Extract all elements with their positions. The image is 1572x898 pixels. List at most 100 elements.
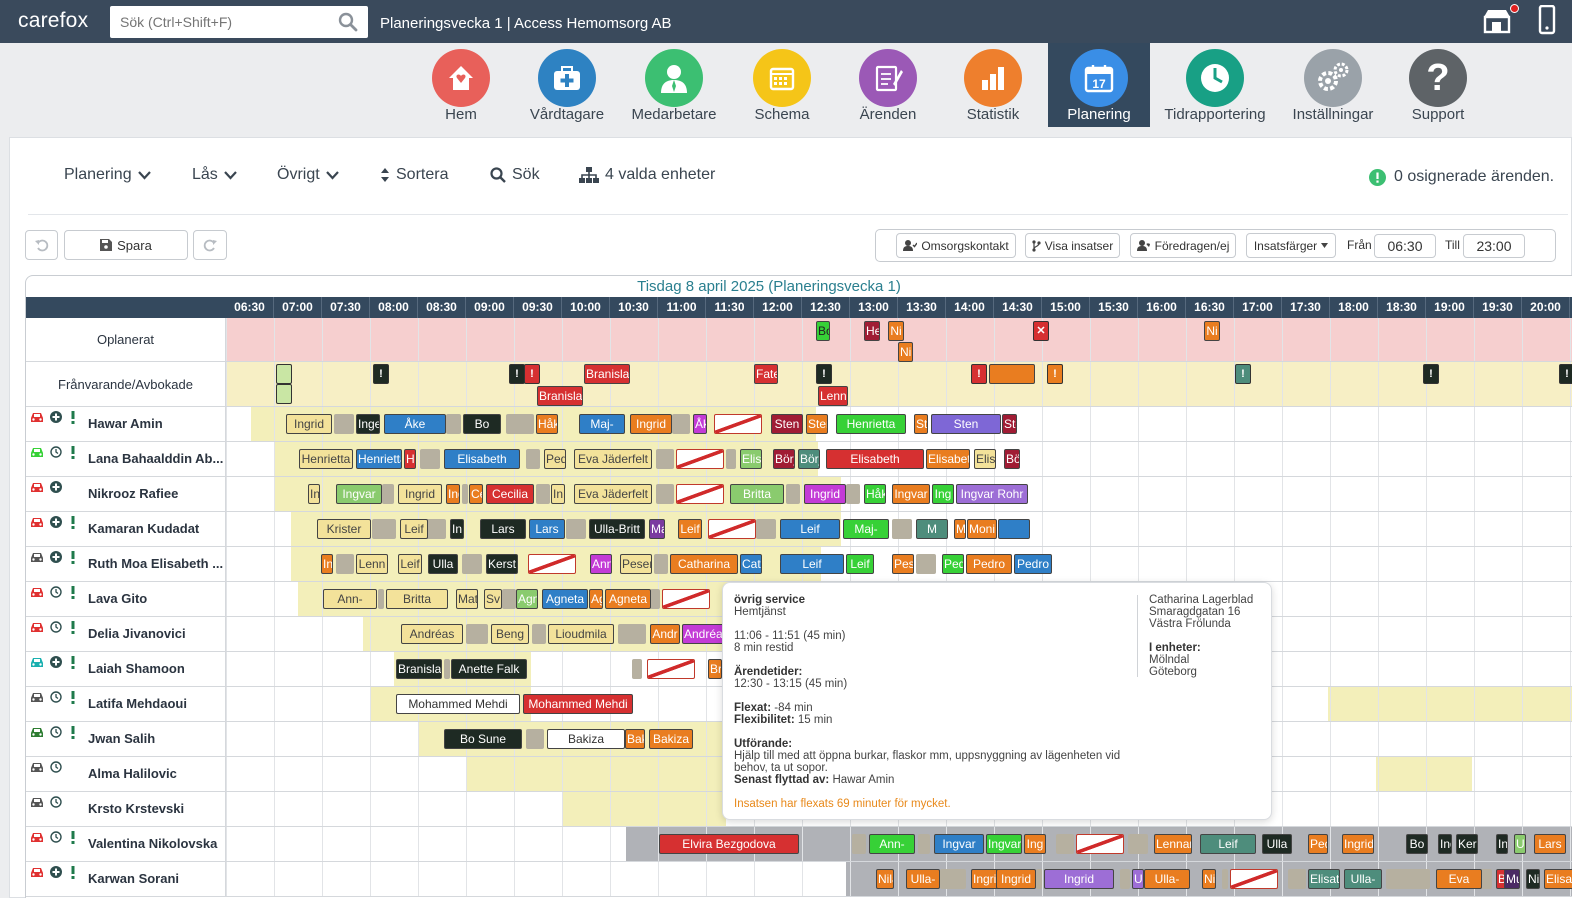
clock-icon[interactable] <box>50 796 62 808</box>
visit-block[interactable]: Ste <box>1002 414 1017 434</box>
search-input[interactable] <box>110 6 330 38</box>
plus-circle-icon[interactable] <box>50 656 62 668</box>
visit-block[interactable]: Krister <box>317 519 371 539</box>
employee-label[interactable]: Hawar Amin <box>26 407 226 441</box>
visit-block[interactable]: Ingrid <box>1044 869 1114 889</box>
menu-sok[interactable]: Sök <box>490 166 540 184</box>
employee-label[interactable]: Ruth Moa Elisabeth ... <box>26 547 226 581</box>
visit-block[interactable]: Branisla <box>537 386 583 406</box>
visa-insatser-button[interactable]: Visa insatser <box>1025 233 1120 258</box>
visit-block[interactable]: Ing <box>446 484 460 504</box>
plus-circle-icon[interactable] <box>50 866 62 878</box>
visit-block[interactable] <box>989 364 1035 384</box>
clock-icon[interactable] <box>50 831 62 843</box>
exclamation-icon[interactable] <box>70 656 76 669</box>
exclamation-icon[interactable] <box>70 411 76 424</box>
save-button[interactable]: Spara <box>64 230 188 260</box>
exclamation-icon[interactable] <box>70 866 76 879</box>
visit-block[interactable]: Ing <box>932 484 954 504</box>
visit-block[interactable]: In <box>450 519 464 539</box>
visit-block[interactable]: Anette Falk <box>451 659 527 679</box>
shuffle-icon[interactable]: ✕ <box>1033 321 1049 341</box>
employee-label[interactable]: Jwan Salih <box>26 722 226 756</box>
visit-block[interactable]: Pes <box>892 554 914 574</box>
shop-icon[interactable] <box>1482 6 1512 36</box>
visit-block[interactable]: Bo <box>463 414 501 434</box>
clock-icon[interactable] <box>50 761 62 773</box>
visit-block[interactable]: Elvira Bezgodova <box>659 834 799 854</box>
visit-block[interactable]: Sten <box>806 414 828 434</box>
visit-block[interactable]: Ag <box>589 589 603 609</box>
visit-block[interactable]: Bakiza <box>649 729 693 749</box>
menu-planering[interactable]: Planering <box>64 166 151 184</box>
visit-block[interactable]: Börj <box>773 449 795 469</box>
cancelled-visit-block[interactable] <box>676 449 724 469</box>
undo-button[interactable] <box>25 230 58 260</box>
nav-installningar[interactable]: Inställningar <box>1274 43 1392 127</box>
warning-icon[interactable]: ! <box>1235 364 1251 384</box>
visit-block[interactable]: Mu <box>1504 869 1520 889</box>
plus-circle-icon[interactable] <box>50 411 62 423</box>
visit-block[interactable]: Ni <box>888 321 904 341</box>
visit-block[interactable]: He <box>404 449 416 469</box>
visit-block[interactable]: Ulla <box>428 554 458 574</box>
visit-block[interactable]: Mat <box>456 589 478 609</box>
visit-block[interactable]: Beng <box>491 624 529 644</box>
visit-block[interactable]: Henrietta <box>356 449 402 469</box>
employee-label[interactable]: Valentina Nikolovska <box>26 827 226 861</box>
visit-block[interactable]: Elisat <box>1544 869 1572 889</box>
plus-circle-icon[interactable] <box>50 481 62 493</box>
visit-block[interactable]: Leif <box>678 519 702 539</box>
nav-schema[interactable]: Schema <box>728 43 836 127</box>
menu-enheter[interactable]: 4 valda enheter <box>579 166 715 184</box>
exclamation-icon[interactable] <box>70 831 76 844</box>
visit-block[interactable]: Leif <box>400 519 428 539</box>
visit-block[interactable]: In <box>1496 834 1508 854</box>
clock-icon[interactable] <box>50 691 62 703</box>
visit-block[interactable]: Branisla <box>584 364 630 384</box>
visit-block[interactable]: Mohammed Mehdi <box>523 694 633 714</box>
fran-time-input[interactable]: 06:30 <box>1374 234 1436 258</box>
visit-block[interactable]: Mohammed Mehdi <box>396 694 520 714</box>
clock-icon[interactable] <box>50 586 62 598</box>
visit-block[interactable]: Ped <box>1308 834 1328 854</box>
visit-block[interactable]: Elis <box>974 449 996 469</box>
visit-block[interactable]: Lioudmila <box>548 624 614 644</box>
cancelled-visit-block[interactable] <box>528 554 576 574</box>
warning-icon[interactable]: ! <box>1559 364 1572 384</box>
visit-block[interactable]: Ann <box>590 554 612 574</box>
employee-label[interactable]: Lava Gito <box>26 582 226 616</box>
visit-block[interactable]: Ann- <box>869 834 915 854</box>
visit-block[interactable]: Agneta <box>605 589 651 609</box>
visit-block[interactable]: Ingvar <box>986 834 1022 854</box>
visit-block[interactable]: Pedro <box>966 554 1012 574</box>
plus-circle-icon[interactable] <box>50 516 62 528</box>
visit-block[interactable]: Ann- <box>323 589 377 609</box>
visit-block[interactable]: Leif <box>780 519 840 539</box>
visit-block[interactable]: Håk <box>864 484 886 504</box>
visit-block[interactable]: Ste <box>914 414 928 434</box>
warning-icon[interactable]: ! <box>1047 364 1063 384</box>
visit-block[interactable]: In <box>321 554 333 574</box>
visit-block[interactable]: Bak <box>625 729 645 749</box>
visit-block[interactable]: Elisabeth <box>444 449 520 469</box>
visit-block[interactable]: Åk <box>693 414 707 434</box>
visit-block[interactable]: Bo Sune <box>444 729 522 749</box>
visit-block[interactable]: Ingrid <box>804 484 846 504</box>
cancelled-visit-block[interactable] <box>647 659 695 679</box>
clock-icon[interactable] <box>50 726 62 738</box>
visit-block[interactable]: Henrietta <box>299 449 353 469</box>
visit-block[interactable]: Andréas <box>401 624 463 644</box>
cancelled-visit-block[interactable] <box>714 414 762 434</box>
visit-block[interactable]: Elisabeth <box>826 449 924 469</box>
clock-icon[interactable] <box>50 446 62 458</box>
exclamation-icon[interactable] <box>70 726 76 739</box>
visit-block[interactable]: Ingvar Rohr <box>956 484 1028 504</box>
visit-block[interactable]: Ul <box>1514 834 1526 854</box>
visit-block[interactable]: Sten <box>771 414 803 434</box>
redo-button[interactable] <box>193 230 227 260</box>
visit-block[interactable]: Moni <box>967 519 997 539</box>
nav-hem[interactable]: Hem <box>408 43 514 127</box>
visit-block[interactable]: Ingvar <box>934 834 984 854</box>
cancelled-visit-block[interactable] <box>708 519 756 539</box>
